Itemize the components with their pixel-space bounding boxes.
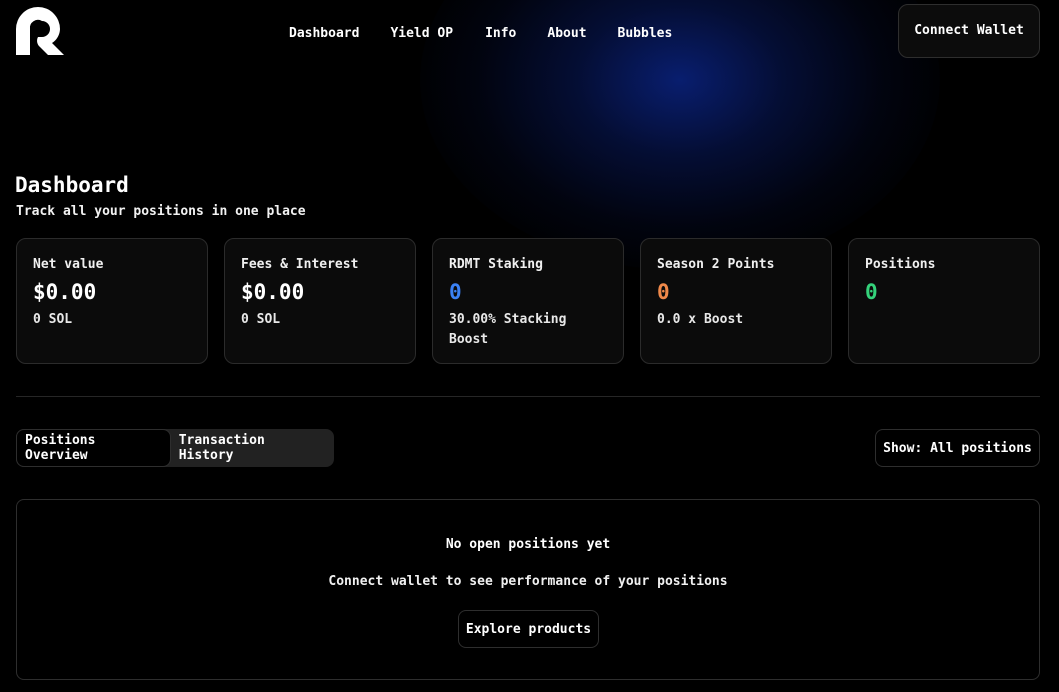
card-value: $0.00 bbox=[241, 280, 305, 304]
logo-icon[interactable] bbox=[16, 7, 64, 55]
explore-products-button[interactable]: Explore products bbox=[458, 610, 599, 648]
card-rdmt-staking: RDMT Staking 0 30.00% Stacking Boost bbox=[432, 238, 624, 364]
card-sub: 0.0 x Boost bbox=[657, 312, 744, 327]
card-season-points: Season 2 Points 0 0.0 x Boost bbox=[640, 238, 832, 364]
card-fees-interest: Fees & Interest $0.00 0 SOL bbox=[224, 238, 416, 364]
card-sub: 0 SOL bbox=[33, 312, 73, 327]
card-value: 0 bbox=[657, 280, 670, 304]
nav-bubbles[interactable]: Bubbles bbox=[618, 26, 673, 41]
card-value: 0 bbox=[449, 280, 462, 304]
card-label: Season 2 Points bbox=[657, 257, 775, 272]
card-value: 0 bbox=[865, 280, 878, 304]
empty-state-message: Connect wallet to see performance of you… bbox=[328, 574, 728, 589]
main-nav: Dashboard Yield OP Info About Bubbles bbox=[289, 26, 672, 41]
view-tabs: Positions Overview Transaction History bbox=[16, 429, 334, 467]
nav-yield-op[interactable]: Yield OP bbox=[390, 26, 453, 41]
card-label: RDMT Staking bbox=[449, 257, 543, 272]
page-subtitle: Track all your positions in one place bbox=[16, 204, 306, 219]
card-net-value: Net value $0.00 0 SOL bbox=[16, 238, 208, 364]
card-label: Positions bbox=[865, 257, 936, 272]
card-label: Net value bbox=[33, 257, 104, 272]
positions-panel: No open positions yet Connect wallet to … bbox=[16, 499, 1040, 680]
card-label: Fees & Interest bbox=[241, 257, 359, 272]
tab-transaction-history[interactable]: Transaction History bbox=[171, 429, 334, 467]
page-title: Dashboard bbox=[15, 173, 129, 197]
nav-info[interactable]: Info bbox=[485, 26, 516, 41]
card-value: $0.00 bbox=[33, 280, 97, 304]
card-positions: Positions 0 bbox=[848, 238, 1040, 364]
connect-wallet-button[interactable]: Connect Wallet bbox=[898, 4, 1040, 58]
card-sub: 0 SOL bbox=[241, 312, 281, 327]
section-divider bbox=[16, 396, 1040, 397]
nav-about[interactable]: About bbox=[547, 26, 586, 41]
positions-filter-dropdown[interactable]: Show: All positions bbox=[875, 429, 1040, 467]
card-sub: 30.00% Stacking Boost bbox=[449, 312, 567, 347]
empty-state-title: No open positions yet bbox=[445, 537, 611, 552]
tab-positions-overview[interactable]: Positions Overview bbox=[16, 429, 171, 467]
nav-dashboard[interactable]: Dashboard bbox=[289, 26, 359, 41]
